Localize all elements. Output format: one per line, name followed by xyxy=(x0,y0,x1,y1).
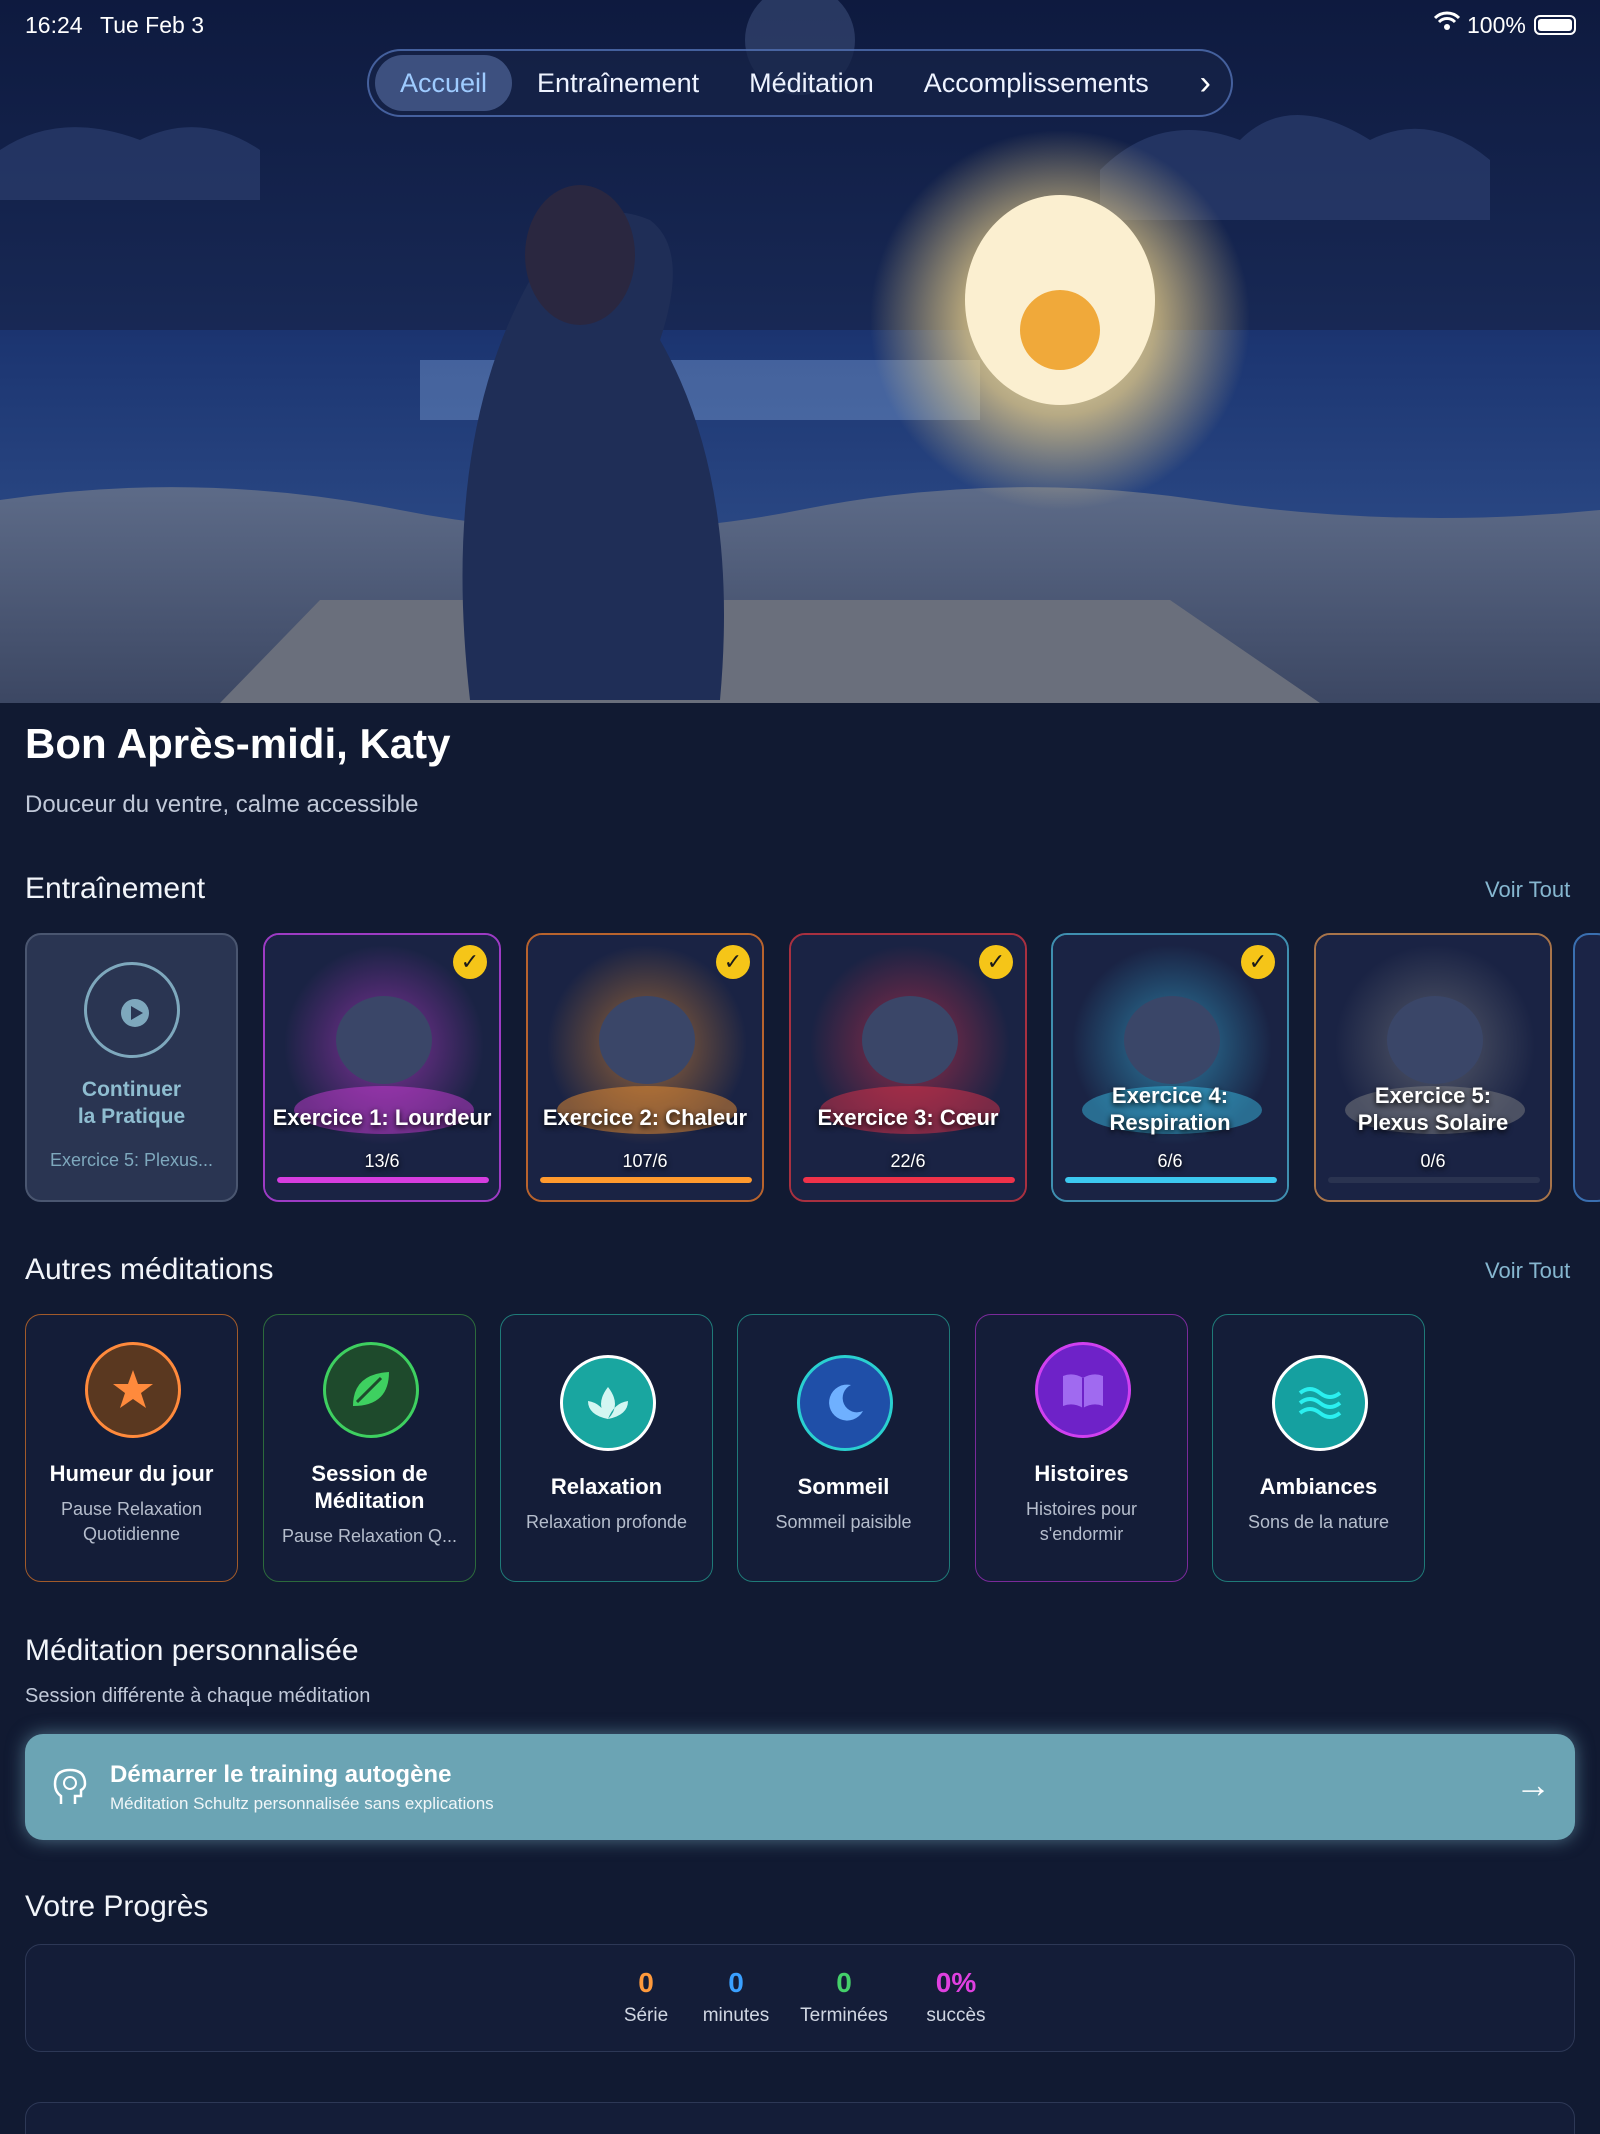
cta-subtitle: Méditation Schultz personnalisée sans ex… xyxy=(110,1794,494,1813)
custom-heading: Méditation personnalisée xyxy=(25,1634,359,1667)
training-heading: Entraînement xyxy=(25,872,206,905)
cta-title: Démarrer le training autogène xyxy=(110,1761,452,1788)
meditation-description: Sons de la nature xyxy=(1247,1512,1390,1532)
continue-label-2: la Pratique xyxy=(77,1105,186,1128)
leaf-icon xyxy=(323,1342,419,1438)
tab-meditation[interactable]: Méditation xyxy=(724,55,899,111)
exercise-progress-bar xyxy=(1328,1177,1540,1183)
arrow-right-icon: → xyxy=(1515,1764,1551,1805)
continue-practice-card[interactable]: Continuer la Pratique Exercice 5: Plexus… xyxy=(25,933,238,1202)
exercise-count: 0/6 xyxy=(1420,1151,1446,1171)
exercise-title: Exercice 3: Cœur xyxy=(817,1105,999,1130)
meditation-title: Ambiances xyxy=(1259,1474,1378,1499)
exercise-title: Plexus Solaire xyxy=(1357,1110,1509,1135)
exercise-title: Exercice 5: xyxy=(1374,1083,1492,1108)
stat-value: 0% xyxy=(935,1967,977,1998)
checkmark-icon: ✓ xyxy=(716,945,750,979)
checkmark-icon: ✓ xyxy=(453,945,487,979)
exercise-count: 13/6 xyxy=(364,1151,400,1171)
exercise-count: 22/6 xyxy=(890,1151,926,1171)
chevron-right-icon[interactable]: › xyxy=(1200,55,1211,111)
star-icon xyxy=(85,1342,181,1438)
training-see-all-link[interactable]: Voir Tout xyxy=(1485,877,1570,903)
exercise-count: 107/6 xyxy=(622,1151,668,1171)
custom-subtitle: Session différente à chaque méditation xyxy=(25,1685,371,1707)
meditation-title: Session de xyxy=(311,1461,428,1486)
tab-accueil[interactable]: Accueil xyxy=(375,55,513,111)
start-autogenic-training-button[interactable]: Démarrer le training autogène Méditation… xyxy=(25,1734,1575,1840)
top-tab-bar: Accueil Entraînement Méditation Accompli… xyxy=(367,49,1233,117)
exercise-title: Exercice 2: Chaleur xyxy=(542,1105,748,1130)
status-date: Tue Feb 3 xyxy=(100,12,204,38)
battery-icon xyxy=(1534,15,1576,35)
next-panel xyxy=(25,2102,1575,2134)
meditation-title: Histoires xyxy=(1034,1461,1129,1486)
exercise-card-partial[interactable] xyxy=(1573,933,1600,1202)
meditation-description: Pause Relaxation Q... xyxy=(281,1526,458,1546)
checkmark-icon: ✓ xyxy=(979,945,1013,979)
meditation-card-5[interactable]: Histoires Histoires pour s'endormir xyxy=(975,1314,1188,1582)
exercise-card-5[interactable]: Exercice 5: Plexus Solaire 0/6 xyxy=(1314,933,1552,1202)
stat-terminées: 0 Terminées xyxy=(789,1967,899,2027)
checkmark-icon: ✓ xyxy=(1241,945,1275,979)
exercise-progress-bar xyxy=(1065,1177,1277,1183)
exercise-progress-bar xyxy=(277,1177,489,1183)
stat-label: succès xyxy=(926,2005,986,2026)
moon-icon xyxy=(797,1355,893,1451)
meditation-card-2[interactable]: Session de Méditation Pause Relaxation Q..… xyxy=(263,1314,476,1582)
stat-succès: 0% succès xyxy=(901,1967,1011,2027)
continue-sub: Exercice 5: Plexus... xyxy=(49,1150,214,1170)
stat-minutes: 0 minutes xyxy=(681,1967,791,2027)
play-icon xyxy=(84,962,180,1058)
greeting-subtitle: Douceur du ventre, calme accessible xyxy=(25,791,419,818)
meditation-card-4[interactable]: Sommeil Sommeil paisible xyxy=(737,1314,950,1582)
exercise-count: 6/6 xyxy=(1157,1151,1183,1171)
meditation-description: Sommeil paisible xyxy=(775,1512,912,1532)
meditation-card-3[interactable]: Relaxation Relaxation profonde xyxy=(500,1314,713,1582)
stat-value: 0 xyxy=(728,1967,744,1998)
exercise-title: Respiration xyxy=(1109,1110,1231,1135)
meditation-title: Sommeil xyxy=(797,1474,890,1499)
exercise-progress-bar xyxy=(803,1177,1015,1183)
exercise-card-3[interactable]: ✓ Exercice 3: Cœur 22/6 xyxy=(789,933,1027,1202)
meditation-title: Méditation xyxy=(314,1488,425,1513)
stat-value: 0 xyxy=(836,1967,852,1998)
tab-accomplissements[interactable]: Accomplissements xyxy=(899,55,1174,111)
progress-panel: 0 Série 0 minutes 0 Terminées 0% succès xyxy=(25,1944,1575,2052)
exercise-card-1[interactable]: ✓ Exercice 1: Lourdeur 13/6 xyxy=(263,933,501,1202)
meditation-card-1[interactable]: Humeur du jour Pause Relaxation Quotidienn… xyxy=(25,1314,238,1582)
meditation-card-6[interactable]: Ambiances Sons de la nature xyxy=(1212,1314,1425,1582)
book-icon xyxy=(1035,1342,1131,1438)
battery-percent: 100% xyxy=(1467,12,1526,38)
tab-entrainement[interactable]: Entraînement xyxy=(512,55,724,111)
exercise-card-2[interactable]: ✓ Exercice 2: Chaleur 107/6 xyxy=(526,933,764,1202)
stat-label: minutes xyxy=(702,2005,770,2026)
wifi-icon xyxy=(1433,10,1461,38)
meditation-title: Relaxation xyxy=(550,1474,663,1499)
meditation-description: s'endormir xyxy=(1039,1524,1124,1544)
meditation-description: Histoires pour xyxy=(1025,1499,1138,1519)
exercise-card-4[interactable]: ✓ Exercice 4: Respiration 6/6 xyxy=(1051,933,1289,1202)
exercise-progress-bar xyxy=(540,1177,752,1183)
meditation-title: Humeur du jour xyxy=(49,1461,214,1486)
stat-label: Terminées xyxy=(800,2005,888,2026)
continue-label-1: Continuer xyxy=(81,1078,182,1101)
status-time: 16:24 xyxy=(25,12,83,38)
exercise-title: Exercice 1: Lourdeur xyxy=(272,1105,492,1130)
greeting-title: Bon Après-midi, Katy xyxy=(25,720,451,767)
meditation-description: Relaxation profonde xyxy=(525,1512,688,1532)
meditation-description: Quotidienne xyxy=(82,1524,181,1544)
meditation-description: Pause Relaxation xyxy=(60,1499,203,1519)
lotus-icon xyxy=(560,1355,656,1451)
waves-icon xyxy=(1272,1355,1368,1451)
progress-heading: Votre Progrès xyxy=(25,1890,209,1923)
others-see-all-link[interactable]: Voir Tout xyxy=(1485,1258,1570,1284)
exercise-title: Exercice 4: xyxy=(1111,1083,1229,1108)
others-heading: Autres méditations xyxy=(25,1253,274,1286)
brain-head-icon xyxy=(53,1768,89,1811)
